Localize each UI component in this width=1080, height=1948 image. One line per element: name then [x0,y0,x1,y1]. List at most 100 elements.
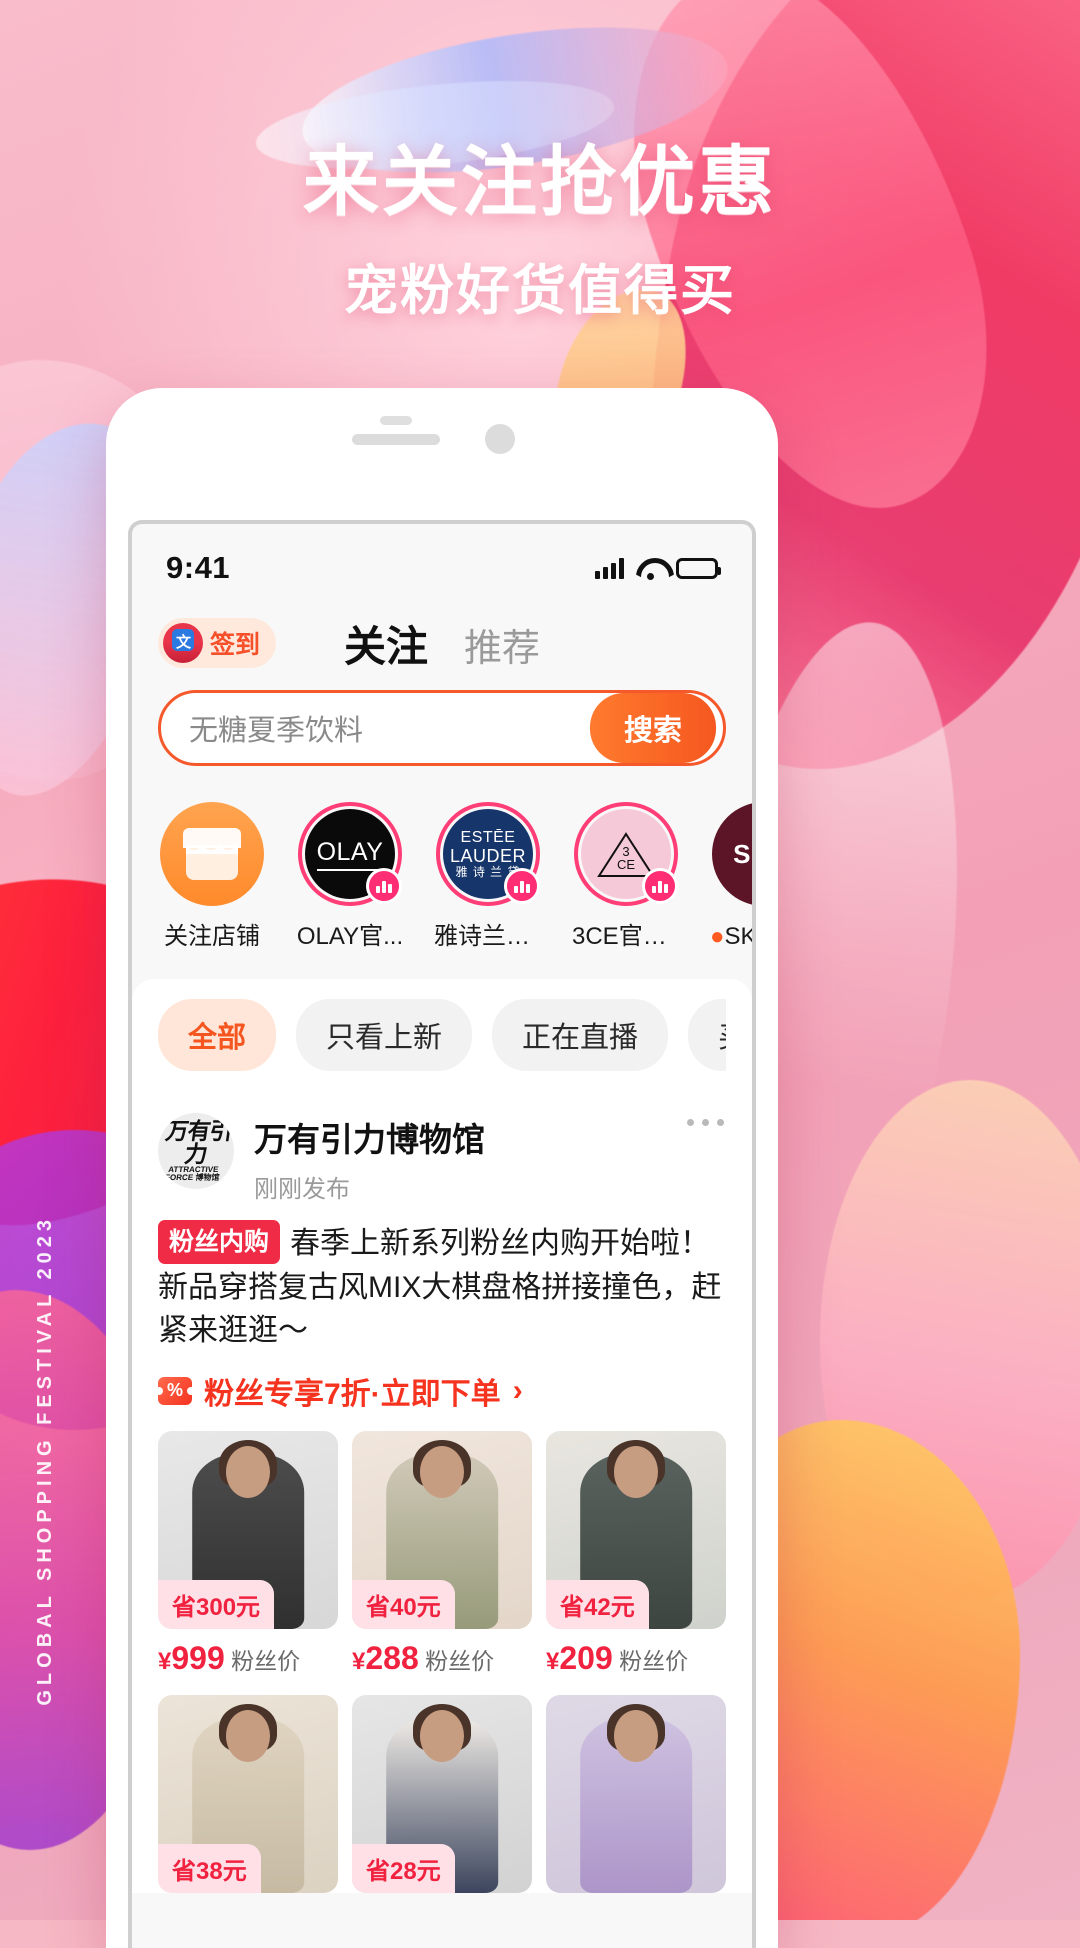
search-button[interactable]: 搜索 [589,693,716,763]
product-photo: 省300元 [158,1430,338,1629]
product-price: ¥209 [546,1639,613,1676]
search-input[interactable]: 无糖夏季饮料 [189,707,363,749]
product-grid-row1: 省300元 ¥999 粉丝价 省40元 ¥288 粉丝价 省42元 ¥209 粉… [158,1430,726,1677]
brand-item-follow-store[interactable]: 关注店铺 [158,802,266,951]
product-price-row: ¥209 粉丝价 [546,1640,726,1677]
promo-subheadline: 宠粉好货值得买 [344,261,736,321]
filter-chips[interactable]: 全部 只看上新 正在直播 买过的店 更多分... [158,999,726,1071]
model-head-shape [420,1710,464,1763]
product-price: ¥288 [352,1639,419,1676]
live-badge-icon [642,868,678,904]
more-options-icon[interactable] [687,1119,724,1126]
model-head-shape [420,1446,464,1499]
skii-logo-text: SK-II [733,838,752,869]
product-card[interactable] [546,1694,726,1893]
shop-logo-icon: 万有引力 ATTRACTIVE FORCE 博物馆 [158,1118,234,1182]
el-logo-line1: ESTĒE [460,828,516,846]
product-card[interactable]: 省38元 [158,1694,338,1893]
post-tag-badge: 粉丝内购 [158,1220,281,1265]
model-head-shape [226,1446,270,1499]
chevron-right-icon: › [512,1373,523,1407]
shop-logo-subtext: ATTRACTIVE FORCE 博物馆 [164,1165,221,1182]
checkin-button[interactable]: 签到 [158,618,277,668]
shop-name[interactable]: 万有引力博物馆 [254,1113,726,1161]
search-section: 无糖夏季饮料 搜索 [132,684,752,780]
phone-notch-area [106,388,778,480]
post-cta-link[interactable]: % 粉丝专享7折·立即下单 › [155,1369,726,1413]
product-card[interactable]: 省40元 ¥288 粉丝价 [352,1430,532,1677]
brand-item-olay[interactable]: OLAY OLAY官... [296,802,404,951]
product-photo: 省42元 [546,1430,726,1629]
product-discount-badge: 省28元 [352,1843,455,1893]
wifi-icon [636,558,664,580]
post-cta-label: 粉丝专享7折·立即下单 [204,1377,501,1411]
app-header: 签到 关注 推荐 [132,598,752,684]
shop-meta: 万有引力博物馆 刚刚发布 [254,1113,726,1204]
filter-chip-new-only[interactable]: 只看上新 [296,999,473,1071]
product-grid-row2: 省38元 省28元 [158,1694,726,1893]
filter-chip-all[interactable]: 全部 [158,999,277,1071]
phone-speaker-icon [352,434,440,445]
brand-name-estee-lauder: 雅诗兰黛... [434,923,542,950]
phone-mockup: 9:41 签到 关注 推荐 无糖夏季饮料 搜索 [106,388,778,1948]
brand-item-estee-lauder[interactable]: ESTĒE LAUDER 雅 诗 兰 黛 雅诗兰黛... [434,802,542,951]
checkin-label: 签到 [210,631,261,659]
feed-post: 万有引力 ATTRACTIVE FORCE 博物馆 万有引力博物馆 刚刚发布 粉… [132,1089,752,1893]
post-body: 粉丝内购 春季上新系列粉丝内购开始啦！新品穿搭复古风MIX大棋盘格拼接撞色，赶紧来… [158,1220,726,1353]
tab-recommend[interactable]: 推荐 [464,617,540,672]
brand-name-follow-store: 关注店铺 [164,923,260,950]
post-timestamp: 刚刚发布 [254,1176,350,1203]
product-price-label: 粉丝价 [619,1647,689,1674]
product-card[interactable]: 省28元 [352,1694,532,1893]
olay-ring: OLAY [298,802,402,906]
shop-avatar[interactable]: 万有引力 ATTRACTIVE FORCE 博物馆 [158,1113,234,1189]
phone-sensor-nub [380,416,412,425]
product-photo: 省28元 [352,1694,532,1893]
follow-store-ring [160,802,264,906]
product-discount-badge: 省40元 [352,1579,455,1629]
brand-rail[interactable]: 关注店铺 OLAY OLAY官... ESTĒE LAUDER 雅 诗 兰 黛 [132,780,752,971]
filter-section: 全部 只看上新 正在直播 买过的店 更多分... [132,979,752,1089]
feed-tabs: 关注 推荐 [344,613,540,674]
brand-item-skii[interactable]: SK-II ●SKII官方... [710,802,752,951]
brand-name-3ce: 3CE官方... [572,923,680,950]
3ce-ring: 3 CE [574,802,678,906]
el-logo-line2: LAUDER [449,845,527,866]
model-head-shape [226,1710,270,1763]
product-card[interactable]: 省42元 ¥209 粉丝价 [546,1430,726,1677]
product-photo: 省40元 [352,1430,532,1629]
post-header: 万有引力 ATTRACTIVE FORCE 博物馆 万有引力博物馆 刚刚发布 [158,1095,726,1204]
brand-name-olay: OLAY官... [296,923,404,950]
promo-headline: 来关注抢优惠 [303,140,777,225]
product-card[interactable]: 省300元 ¥999 粉丝价 [158,1430,338,1677]
model-head-shape [614,1710,658,1763]
store-icon [160,802,264,906]
tab-following[interactable]: 关注 [344,613,428,674]
filter-chip-purchased[interactable]: 买过的店 [688,999,726,1071]
search-bar[interactable]: 无糖夏季饮料 搜索 [158,690,726,766]
live-badge-icon [366,868,402,904]
brand-item-3ce[interactable]: 3 CE 3CE官方... [572,802,680,951]
filter-chip-live-now[interactable]: 正在直播 [492,999,669,1071]
brand-name-skii: ●SKII官方... [710,923,752,950]
status-icons [595,557,721,580]
promo-headline-block: 来关注抢优惠 宠粉好货值得买 [0,120,1080,325]
side-caption: GLOBAL SHOPPING FESTIVAL 2023 [34,1215,56,1706]
product-discount-badge: 省38元 [158,1843,261,1893]
product-price-label: 粉丝价 [425,1647,495,1674]
product-price-row: ¥999 粉丝价 [158,1640,338,1677]
skii-ring: SK-II [712,802,752,906]
estee-lauder-ring: ESTĒE LAUDER 雅 诗 兰 黛 [436,802,540,906]
coupon-icon: % [155,1376,195,1405]
phone-screen: 9:41 签到 关注 推荐 无糖夏季饮料 搜索 [128,520,756,1948]
status-bar: 9:41 [132,524,752,598]
battery-icon [676,557,721,579]
svg-text:CE: CE [617,857,635,872]
product-price: ¥999 [158,1639,225,1676]
phone-camera-icon [485,424,515,454]
shop-logo-text: 万有引力 [163,1118,234,1167]
live-badge-icon [504,868,540,904]
product-discount-badge: 省300元 [158,1579,275,1629]
model-head-shape [614,1446,658,1499]
cellular-signal-icon [595,557,624,579]
